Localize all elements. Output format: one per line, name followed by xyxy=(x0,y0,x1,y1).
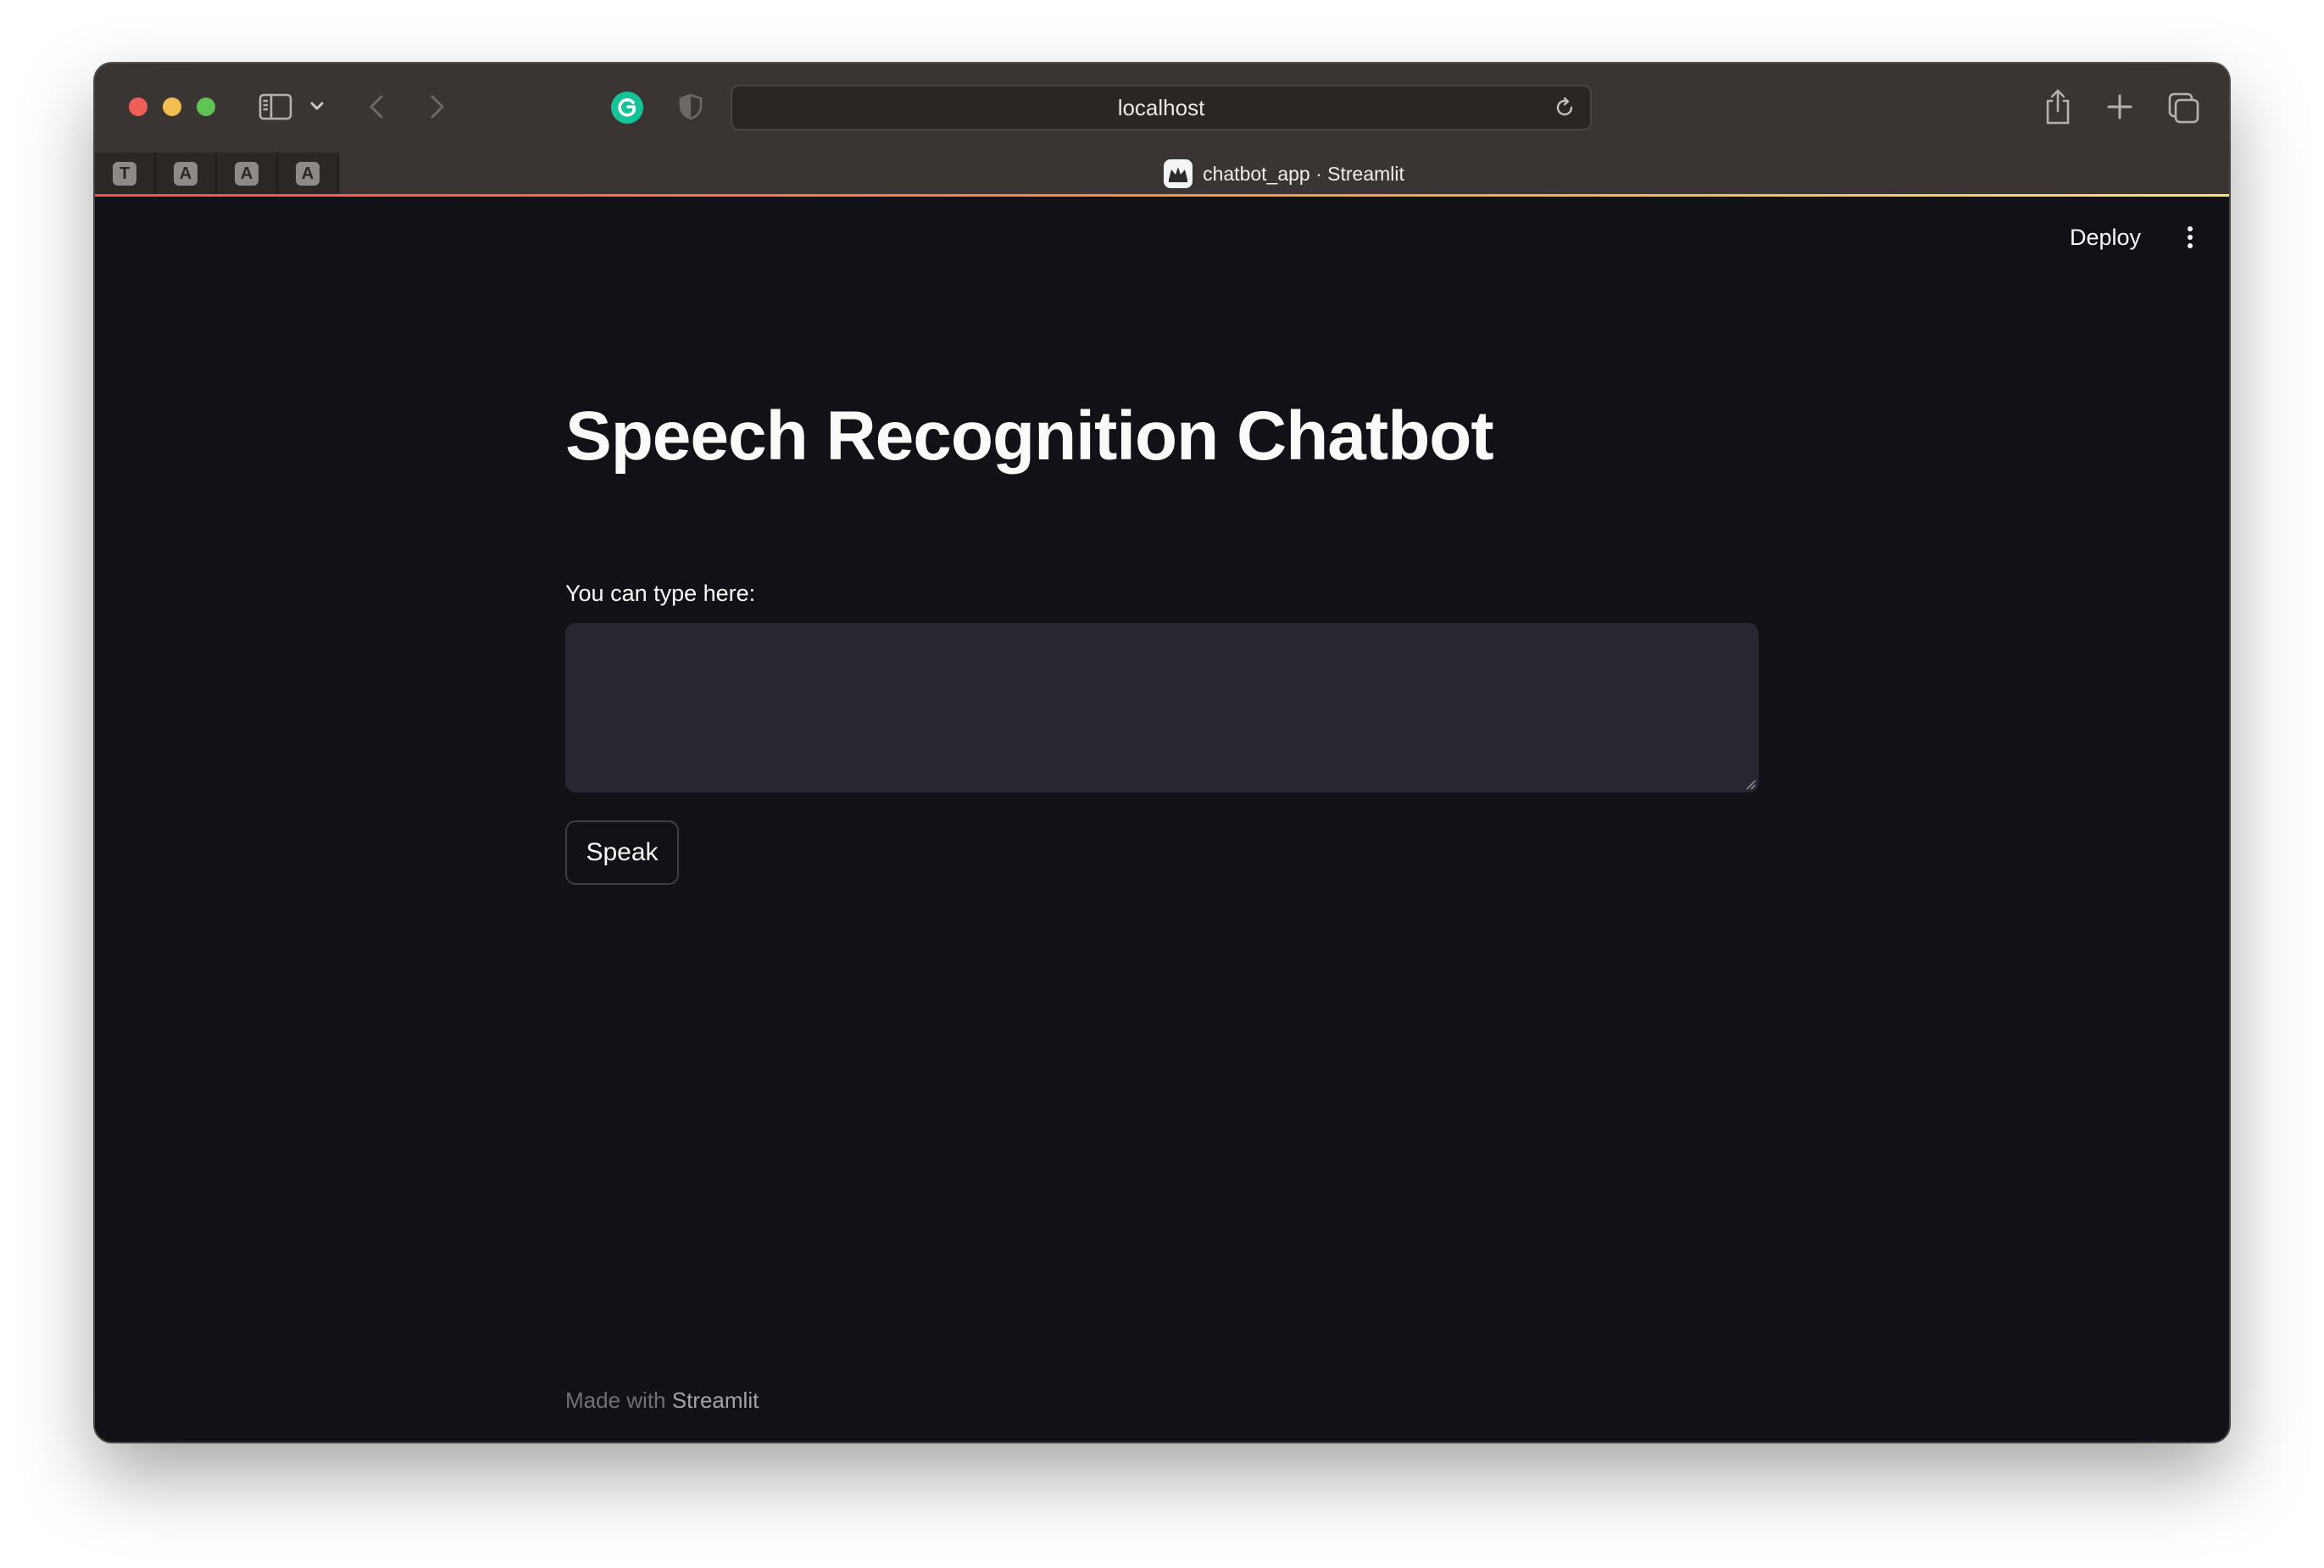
pinned-tab-3[interactable]: A xyxy=(217,153,278,195)
tab-strip: T A A A chatbot_app · Streamlit xyxy=(95,153,2229,197)
speak-button[interactable]: Speak xyxy=(565,820,679,885)
grammarly-icon[interactable] xyxy=(610,91,644,125)
minimize-window-button[interactable] xyxy=(163,97,181,116)
pinned-tab-2[interactable]: A xyxy=(156,153,217,195)
footer-streamlit-link[interactable]: Streamlit xyxy=(672,1387,759,1413)
forward-icon[interactable] xyxy=(424,92,449,121)
footer: Made with Streamlit xyxy=(565,1387,759,1414)
resize-grip-icon[interactable] xyxy=(1743,777,1757,791)
title-container: Speech Recognition Chatbot xyxy=(565,394,1494,479)
address-text[interactable]: localhost xyxy=(731,85,1592,131)
reload-icon[interactable] xyxy=(1553,96,1576,120)
text-input-label: You can type here: xyxy=(565,581,756,606)
browser-window: localhost T A A A chatbot_app · Streamli… xyxy=(95,64,2229,1442)
new-tab-icon[interactable] xyxy=(2104,91,2136,123)
pinned-tab-1-favicon: T xyxy=(113,162,136,186)
pinned-tab-4[interactable]: A xyxy=(278,153,339,195)
privacy-shield-icon[interactable] xyxy=(676,92,705,121)
chat-text-input[interactable] xyxy=(565,623,1759,792)
pinned-tab-4-favicon: A xyxy=(296,162,320,186)
chevron-down-icon[interactable] xyxy=(309,96,325,116)
streamlit-app: Deploy Speech Recognition Chatbot You ca… xyxy=(95,199,2229,1442)
page-title: Speech Recognition Chatbot xyxy=(565,398,1494,475)
close-window-button[interactable] xyxy=(129,97,147,116)
kebab-menu-icon[interactable] xyxy=(2183,223,2197,253)
sidebar-icon[interactable] xyxy=(259,92,292,121)
streamlit-favicon-icon xyxy=(1164,159,1193,188)
back-icon[interactable] xyxy=(364,92,390,121)
active-tab[interactable]: chatbot_app · Streamlit xyxy=(339,153,2229,195)
browser-toolbar: localhost xyxy=(95,64,2229,153)
tab-overview-icon[interactable] xyxy=(2166,91,2200,125)
share-icon[interactable] xyxy=(2041,87,2075,126)
address-bar[interactable]: localhost xyxy=(731,85,1592,131)
pinned-tab-1[interactable]: T xyxy=(95,153,156,195)
streamlit-loading-bar xyxy=(95,194,2229,197)
pinned-tab-2-favicon: A xyxy=(174,162,197,186)
deploy-button[interactable]: Deploy xyxy=(2070,225,2141,251)
footer-prefix: Made with xyxy=(565,1387,666,1413)
active-tab-title: chatbot_app · Streamlit xyxy=(1203,162,1404,185)
zoom-window-button[interactable] xyxy=(197,97,215,116)
pinned-tab-3-favicon: A xyxy=(235,162,259,186)
